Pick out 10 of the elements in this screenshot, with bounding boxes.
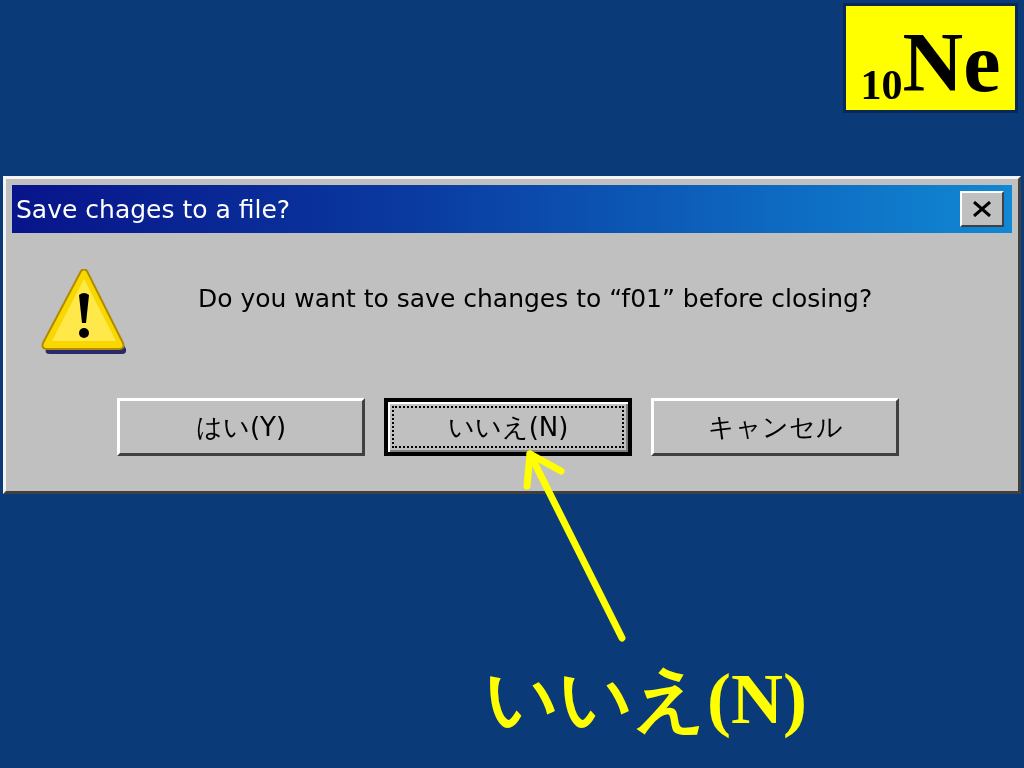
dialog-message: Do you want to save changes to “f01” before closing? <box>198 283 873 313</box>
caption-text: いいえ(N) <box>485 658 807 741</box>
dialog-button[interactable]: いいえ(N) <box>384 398 632 456</box>
warning-icon <box>40 269 128 355</box>
dialog-button[interactable]: キャンセル <box>651 398 899 456</box>
element-symbol: $_{10}$Ne <box>860 21 1001 106</box>
close-button[interactable] <box>960 191 1004 227</box>
close-icon <box>972 201 992 217</box>
dialog-button[interactable]: はい(Y) <box>117 398 365 456</box>
window-title: Save chages to a file? <box>16 194 291 224</box>
